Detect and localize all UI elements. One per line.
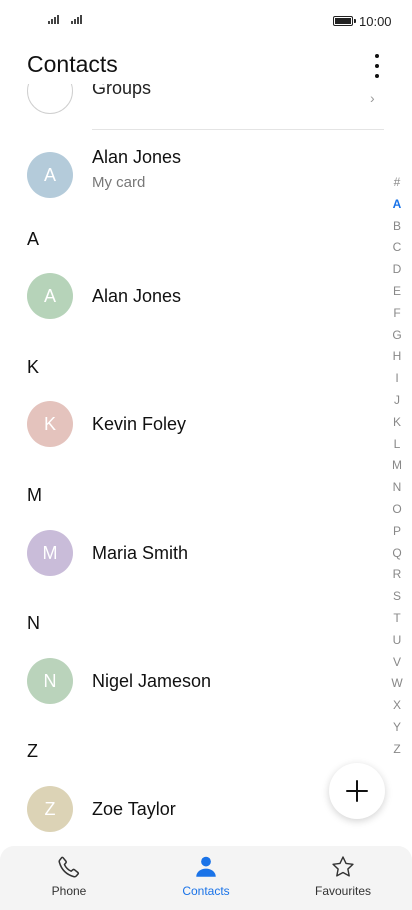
alphabet-index[interactable]: # A B C D E F G H I J K L M N O P Q R S T U V W X Y Z (386, 172, 408, 761)
contact-name: Maria Smith (92, 543, 189, 563)
index-letter[interactable]: Q (386, 543, 408, 565)
avatar: K (27, 401, 73, 447)
index-letter[interactable]: T (386, 608, 408, 630)
index-letter[interactable]: X (386, 695, 408, 717)
signal-strength-icon (48, 15, 59, 24)
index-letter[interactable]: F (386, 303, 408, 325)
list-item[interactable]: K Kevin Foley (0, 392, 412, 456)
groups-label: Groups (92, 84, 152, 98)
section-header: A (27, 229, 40, 249)
index-letter[interactable]: M (386, 455, 408, 477)
status-time: 10:00 (359, 14, 392, 29)
tab-phone-label: Phone (51, 884, 87, 898)
add-contact-button[interactable] (329, 763, 385, 819)
index-letter[interactable]: S (386, 586, 408, 608)
section-header: K (27, 357, 40, 377)
avatar: M (27, 530, 73, 576)
index-letter[interactable]: Y (386, 717, 408, 739)
contact-name: Zoe Taylor (92, 799, 176, 819)
avatar: N (27, 658, 73, 704)
index-letter[interactable]: K (386, 412, 408, 434)
index-letter[interactable]: L (386, 434, 408, 456)
avatar: A (27, 152, 73, 198)
chevron-right-icon: › (370, 90, 375, 106)
contact-name: Kevin Foley (92, 414, 187, 434)
tab-favourites-label: Favourites (314, 884, 372, 898)
my-card-row[interactable]: A Alan Jones My card (0, 143, 412, 207)
contact-list[interactable]: Groups › A Alan Jones My card A A Alan J… (0, 84, 412, 846)
bottom-nav: Phone Contacts Favourites (0, 846, 412, 910)
signal-strength-icon (71, 15, 82, 24)
index-letter[interactable]: E (386, 281, 408, 303)
section-header: N (27, 613, 40, 633)
index-letter[interactable]: N (386, 477, 408, 499)
index-letter[interactable]: J (386, 390, 408, 412)
contact-name: Alan Jones (92, 286, 182, 306)
index-letter[interactable]: C (386, 237, 408, 259)
section-header: Z (27, 741, 38, 761)
star-icon (332, 856, 354, 877)
index-letter[interactable]: D (386, 259, 408, 281)
contact-name: Alan Jones (92, 147, 182, 167)
tab-phone[interactable]: Phone (9, 854, 129, 898)
status-bar: 10:00 (0, 0, 412, 44)
battery-icon (333, 16, 356, 26)
person-icon (196, 856, 216, 877)
avatar: Z (27, 786, 73, 832)
contact-subtitle: My card (92, 174, 146, 191)
groups-row[interactable]: Groups › (0, 84, 412, 130)
index-letter[interactable]: V (386, 652, 408, 674)
index-letter[interactable]: # (386, 172, 408, 194)
index-letter[interactable]: W (386, 673, 408, 695)
index-letter[interactable]: R (386, 564, 408, 586)
index-letter[interactable]: P (386, 521, 408, 543)
tab-favourites[interactable]: Favourites (283, 854, 403, 898)
index-letter[interactable]: G (386, 325, 408, 347)
contact-name: Nigel Jameson (92, 671, 212, 691)
tab-contacts-label: Contacts (182, 884, 230, 898)
page-title: Contacts (27, 51, 118, 77)
avatar: A (27, 273, 73, 319)
list-item[interactable]: N Nigel Jameson (0, 649, 412, 713)
index-letter[interactable]: A (386, 194, 408, 216)
list-item[interactable]: A Alan Jones (0, 264, 412, 328)
index-letter[interactable]: B (386, 216, 408, 238)
list-item[interactable]: M Maria Smith (0, 521, 412, 585)
index-letter[interactable]: H (386, 346, 408, 368)
index-letter[interactable]: Z (386, 739, 408, 761)
index-letter[interactable]: I (386, 368, 408, 390)
more-options-icon[interactable] (366, 52, 388, 80)
section-header: M (27, 485, 42, 505)
phone-icon (58, 856, 80, 878)
tab-contacts[interactable]: Contacts (146, 854, 266, 898)
plus-icon (346, 780, 368, 802)
groups-icon (27, 84, 73, 114)
divider (92, 129, 384, 130)
index-letter[interactable]: U (386, 630, 408, 652)
index-letter[interactable]: O (386, 499, 408, 521)
